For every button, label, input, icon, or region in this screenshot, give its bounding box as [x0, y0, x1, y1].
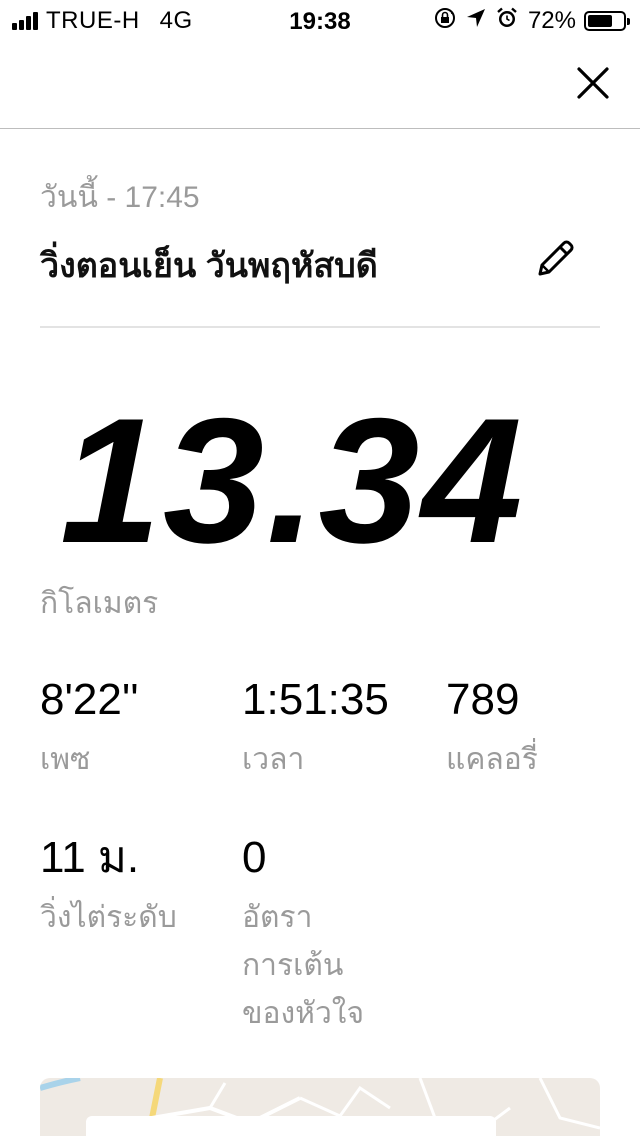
stat-calories: 789 แคลอรี่	[446, 678, 538, 784]
heart-rate-label-line: ของหัวใจ	[242, 997, 365, 1030]
elevation-label: วิ่งไต่ระดับ	[40, 901, 177, 934]
route-map-preview[interactable]	[40, 1078, 600, 1136]
stat-duration: 1:51:35 เวลา	[242, 678, 389, 784]
status-bar: TRUE-H 4G 19:38 72%	[0, 0, 640, 40]
stat-elevation: 11 ม. วิ่งไต่ระดับ	[40, 836, 177, 942]
alarm-clock-icon	[496, 7, 518, 36]
stat-pace: 8'22'' เพซ	[40, 678, 139, 784]
duration-value: 1:51:35	[242, 675, 389, 724]
pace-value: 8'22''	[40, 675, 139, 724]
rotation-lock-icon	[434, 7, 456, 36]
header-divider	[40, 326, 600, 328]
edit-title-button[interactable]	[532, 234, 580, 282]
pencil-icon	[538, 240, 574, 276]
close-icon	[577, 67, 609, 99]
battery-icon	[584, 11, 630, 31]
distance-value: 13.34	[60, 381, 525, 580]
close-button[interactable]	[574, 64, 612, 102]
heart-rate-label-line: อัตรา	[242, 901, 313, 934]
heart-rate-label-line: การเต้น	[242, 949, 344, 982]
battery-level	[588, 15, 612, 27]
activity-date: วันนี้ - 17:45	[40, 181, 200, 214]
nav-divider	[0, 128, 640, 129]
map-roads	[40, 1078, 600, 1136]
status-bar-right: 72%	[434, 7, 630, 36]
battery-tip	[627, 18, 630, 25]
pace-label: เพซ	[40, 743, 91, 776]
heart-rate-value: 0	[242, 833, 267, 882]
calories-value: 789	[446, 675, 520, 724]
activity-detail-screen: TRUE-H 4G 19:38 72% วันนี้ - 17:45 วิ่งต…	[0, 0, 640, 1136]
location-arrow-icon	[466, 7, 486, 35]
distance-unit: กิโลเมตร	[40, 587, 159, 620]
elevation-value: 11 ม.	[40, 833, 140, 882]
activity-title: วิ่งตอนเย็น วันพฤหัสบดี	[40, 247, 378, 285]
heart-rate-label: อัตรา การเต้น ของหัวใจ	[242, 894, 364, 1038]
stat-heart-rate: 0 อัตรา การเต้น ของหัวใจ	[242, 836, 364, 1038]
battery-percent: 72%	[527, 7, 576, 34]
calories-label: แคลอรี่	[446, 743, 538, 776]
duration-label: เวลา	[242, 743, 305, 776]
